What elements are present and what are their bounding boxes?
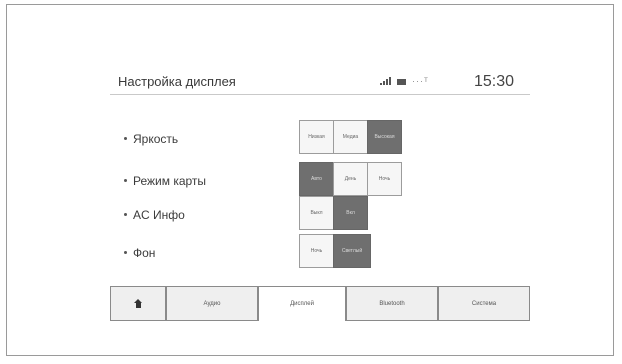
bullet-icon — [124, 213, 127, 217]
option-brightness-high[interactable]: Высокая — [367, 120, 402, 154]
ac-info-options: Выкл Вкл — [299, 196, 368, 230]
nav-tab-bluetooth[interactable]: Bluetooth — [346, 287, 438, 321]
option-bg-night[interactable]: Ночь — [299, 234, 334, 268]
page-title: Настройка дисплея — [118, 74, 236, 89]
brightness-options: Низкая Медиа Высокая — [299, 120, 402, 154]
home-icon — [133, 299, 143, 308]
map-mode-options: Авто День Ночь — [299, 162, 402, 196]
battery-icon — [397, 79, 406, 85]
setting-label-text: Фон — [133, 246, 156, 260]
nav-tab-audio[interactable]: Аудио — [166, 287, 258, 321]
setting-label-brightness: Яркость — [124, 132, 178, 146]
option-map-night[interactable]: Ночь — [367, 162, 402, 196]
bullet-icon — [124, 251, 127, 255]
status-icons: ···ᵀ — [380, 76, 429, 86]
background-options: Ночь Светлый — [299, 234, 371, 268]
nav-tab-display[interactable]: Дисплей — [258, 287, 346, 321]
option-ac-off[interactable]: Выкл — [299, 196, 334, 230]
wifi-icon: ···ᵀ — [412, 76, 429, 86]
setting-label-text: Режим карты — [133, 174, 207, 188]
bottom-nav: Аудио Дисплей Bluetooth Система — [110, 286, 530, 321]
header-bar: Настройка дисплея ···ᵀ 15:30 — [110, 68, 530, 95]
option-brightness-medium[interactable]: Медиа — [333, 120, 368, 154]
bullet-icon — [124, 179, 127, 183]
signal-icon — [380, 77, 391, 85]
setting-label-ac-info: AC Инфо — [124, 208, 185, 222]
option-ac-on[interactable]: Вкл — [333, 196, 368, 230]
setting-label-text: Яркость — [133, 132, 179, 146]
option-map-auto[interactable]: Авто — [299, 162, 334, 196]
setting-label-text: AC Инфо — [133, 208, 185, 222]
bullet-icon — [124, 137, 127, 141]
nav-home-button[interactable] — [110, 287, 166, 321]
setting-label-background: Фон — [124, 246, 155, 260]
setting-label-map-mode: Режим карты — [124, 174, 206, 188]
nav-tab-system[interactable]: Система — [438, 287, 530, 321]
clock: 15:30 — [474, 73, 515, 90]
option-bg-light[interactable]: Светлый — [333, 234, 371, 268]
option-map-day[interactable]: День — [333, 162, 368, 196]
option-brightness-low[interactable]: Низкая — [299, 120, 334, 154]
